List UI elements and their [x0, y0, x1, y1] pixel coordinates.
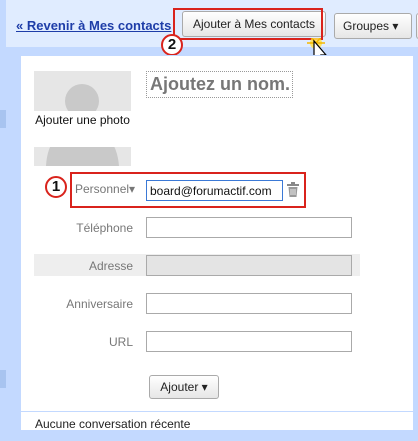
strip-band	[0, 110, 6, 128]
trash-icon[interactable]	[287, 182, 299, 197]
left-strip	[0, 0, 6, 441]
recent-conversations-text: Aucune conversation récente	[35, 417, 191, 431]
name-input[interactable]	[146, 71, 293, 98]
address-field[interactable]	[146, 255, 352, 276]
strip-band	[0, 370, 6, 388]
email-type-select[interactable]: Personnel▾	[75, 182, 135, 196]
add-field-button[interactable]: Ajouter ▾	[149, 375, 219, 399]
url-label: URL	[108, 335, 133, 349]
divider	[20, 411, 414, 412]
add-photo-label[interactable]: Ajouter une photo	[34, 113, 131, 128]
address-label: Adresse	[88, 259, 133, 273]
birthday-label: Anniversaire	[66, 297, 133, 311]
groups-button[interactable]: Groupes ▾	[334, 13, 412, 39]
back-to-contacts-link[interactable]: « Revenir à Mes contacts	[16, 18, 171, 33]
url-field[interactable]	[146, 331, 352, 352]
callout-1: 1	[45, 176, 67, 198]
birthday-field[interactable]	[146, 293, 352, 314]
email-field[interactable]	[146, 180, 283, 201]
phone-label: Téléphone	[76, 221, 133, 235]
callout-2: 2	[161, 34, 183, 56]
highlight-box	[173, 8, 323, 40]
phone-field[interactable]	[146, 217, 352, 238]
